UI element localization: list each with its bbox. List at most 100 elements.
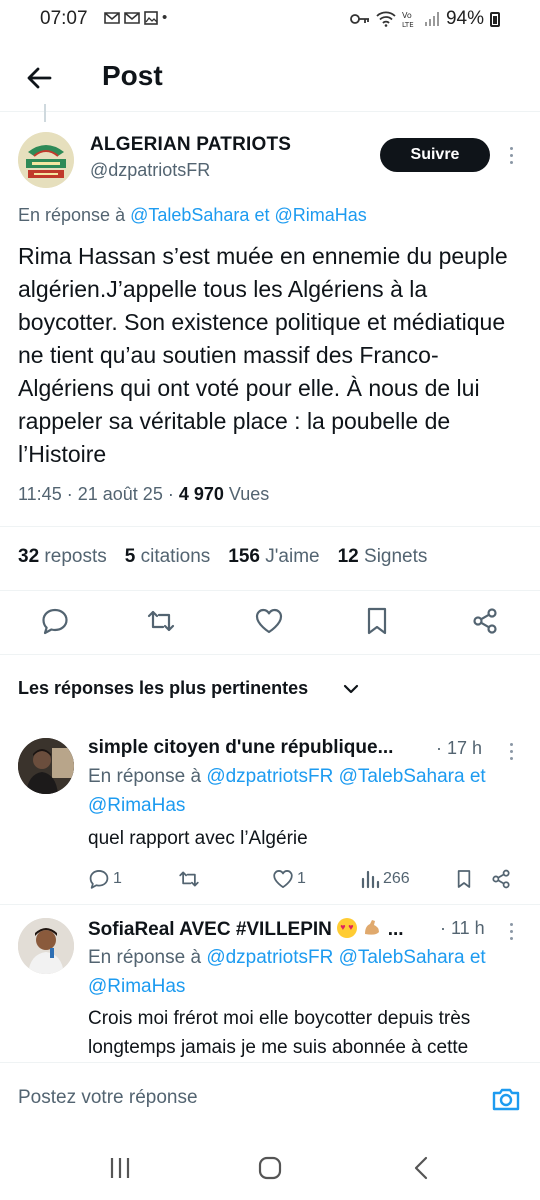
author-name[interactable]: ALGERIAN PATRIOTS bbox=[90, 134, 291, 156]
page-title: Post bbox=[102, 60, 163, 91]
signal-icon bbox=[424, 12, 439, 26]
stat-label: Signets bbox=[364, 546, 428, 567]
mention-link[interactable]: @RimaHas bbox=[88, 976, 185, 997]
camera-icon[interactable] bbox=[490, 1083, 522, 1115]
stat-label: citations bbox=[140, 546, 211, 567]
repost-icon[interactable] bbox=[146, 606, 176, 636]
home-icon[interactable] bbox=[256, 1154, 284, 1182]
flexed-biceps-emoji-icon bbox=[362, 918, 382, 938]
divider bbox=[0, 904, 540, 905]
reply-to-line: En réponse à @dzpatriotsFR @TalebSahara … bbox=[88, 943, 528, 1001]
views-label: Vues bbox=[228, 484, 270, 504]
like-button[interactable]: 1 bbox=[272, 868, 306, 890]
battery-percent: 94% bbox=[445, 8, 484, 29]
stat-count: 156 bbox=[228, 546, 260, 567]
reply-author-name[interactable]: SofiaReal AVEC #VILLEPIN ♥ ♥ ... bbox=[88, 918, 404, 941]
stat-label: J'aime bbox=[265, 546, 320, 567]
post-actions bbox=[0, 600, 540, 644]
back-icon[interactable] bbox=[408, 1154, 436, 1182]
gmail-icon bbox=[124, 11, 140, 24]
share-icon[interactable] bbox=[490, 868, 512, 890]
like-icon bbox=[273, 870, 293, 888]
algerian-patriots-logo bbox=[18, 132, 74, 188]
post-meta: 11:45 · 21 août 25 · 4 970 Vues bbox=[18, 484, 269, 505]
mention-link[interactable]: @RimaHas bbox=[275, 205, 367, 225]
post-time: 11:45 bbox=[18, 484, 62, 504]
stat-count: 32 bbox=[18, 546, 40, 567]
heart-eyes-emoji-icon: ♥ ♥ bbox=[337, 918, 358, 938]
post-stats: 32 reposts 5 citations 156 J'aime 12 Sig… bbox=[18, 546, 427, 568]
reply-prefix: En réponse à bbox=[18, 205, 126, 225]
views-count: 266 bbox=[383, 870, 410, 887]
avatar-photo bbox=[18, 918, 74, 974]
image-icon bbox=[144, 10, 158, 25]
follow-button[interactable]: Suivre bbox=[380, 138, 490, 172]
mention-connector[interactable]: et bbox=[470, 766, 486, 787]
mention-connector[interactable]: et bbox=[254, 205, 269, 225]
svg-text:Vo: Vo bbox=[402, 11, 412, 20]
mention-link[interactable]: @dzpatriotsFR @TalebSahara bbox=[206, 947, 464, 968]
battery-icon bbox=[490, 11, 500, 27]
meta-separator: · bbox=[167, 484, 174, 504]
reply-button[interactable]: 1 bbox=[88, 868, 122, 890]
meta-separator: · bbox=[66, 484, 73, 504]
chevron-down-icon[interactable] bbox=[342, 680, 360, 698]
back-arrow-icon[interactable] bbox=[20, 58, 60, 98]
system-icons: Vo LTE 94% bbox=[350, 8, 500, 30]
gmail-icon bbox=[104, 11, 120, 24]
status-bar: 07:07 • Vo LTE 94% bbox=[0, 0, 540, 38]
reply-icon[interactable] bbox=[40, 606, 70, 636]
app-header: Post bbox=[0, 42, 540, 112]
divider bbox=[0, 526, 540, 527]
reply-composer: Postez votre réponse bbox=[0, 1062, 540, 1136]
more-options-icon[interactable] bbox=[502, 918, 520, 944]
mention-link[interactable]: @TalebSahara bbox=[130, 205, 249, 225]
reply-author-name-text: SofiaReal AVEC #VILLEPIN bbox=[88, 919, 332, 940]
like-icon[interactable] bbox=[254, 606, 284, 636]
volte-icon: VoLTE bbox=[402, 11, 414, 28]
stat-count: 12 bbox=[337, 546, 359, 567]
bookmark-icon[interactable] bbox=[362, 606, 392, 636]
divider bbox=[0, 654, 540, 655]
more-options-icon[interactable] bbox=[502, 142, 520, 168]
reply-icon bbox=[89, 870, 109, 889]
reply-prefix: En réponse à bbox=[88, 766, 202, 787]
android-nav-bar bbox=[0, 1136, 540, 1200]
stat-quotes[interactable]: 5 citations bbox=[125, 546, 211, 568]
reply-text: Crois moi frérot moi elle boycotter depu… bbox=[88, 1008, 471, 1058]
thread-line bbox=[44, 104, 46, 122]
reply-avatar[interactable] bbox=[18, 738, 74, 794]
reply-prefix: En réponse à bbox=[88, 947, 202, 968]
author-avatar[interactable] bbox=[18, 132, 74, 188]
reply-count: 1 bbox=[113, 870, 122, 887]
reply-text: quel rapport avec l’Algérie bbox=[88, 828, 308, 849]
name-ellipsis: ... bbox=[387, 919, 404, 940]
author-handle[interactable]: @dzpatriotsFR bbox=[90, 160, 210, 181]
more-options-icon[interactable] bbox=[502, 738, 520, 764]
stat-label: reposts bbox=[44, 546, 107, 567]
repost-icon[interactable] bbox=[178, 868, 200, 890]
status-time: 07:07 bbox=[40, 8, 88, 29]
notification-icons: • bbox=[104, 9, 167, 26]
stat-count: 5 bbox=[124, 546, 136, 567]
post-date: 21 août 25 bbox=[77, 484, 163, 504]
reply-author-name[interactable]: simple citoyen d'une république... bbox=[88, 737, 393, 759]
key-icon bbox=[350, 14, 369, 24]
dot-icon: • bbox=[162, 9, 168, 26]
replies-sort-label[interactable]: Les réponses les plus pertinentes bbox=[18, 678, 308, 699]
stat-reposts[interactable]: 32 reposts bbox=[18, 546, 107, 568]
reply-input[interactable]: Postez votre réponse bbox=[18, 1087, 198, 1109]
wifi-icon bbox=[376, 11, 396, 27]
avatar-photo bbox=[18, 738, 74, 794]
views-button[interactable]: 266 bbox=[360, 868, 410, 890]
mention-link[interactable]: @RimaHas bbox=[88, 795, 185, 816]
share-icon[interactable] bbox=[470, 606, 500, 636]
mention-link[interactable]: @dzpatriotsFR @TalebSahara bbox=[206, 766, 464, 787]
bookmark-icon[interactable] bbox=[454, 868, 474, 890]
mention-connector[interactable]: et bbox=[470, 947, 486, 968]
post-text: Rima Hassan s’est muée en ennemie du peu… bbox=[18, 243, 508, 467]
recent-apps-icon[interactable] bbox=[106, 1154, 134, 1182]
stat-bookmarks[interactable]: 12 Signets bbox=[338, 546, 428, 568]
reply-avatar[interactable] bbox=[18, 918, 74, 974]
stat-likes[interactable]: 156 J'aime bbox=[228, 546, 319, 568]
